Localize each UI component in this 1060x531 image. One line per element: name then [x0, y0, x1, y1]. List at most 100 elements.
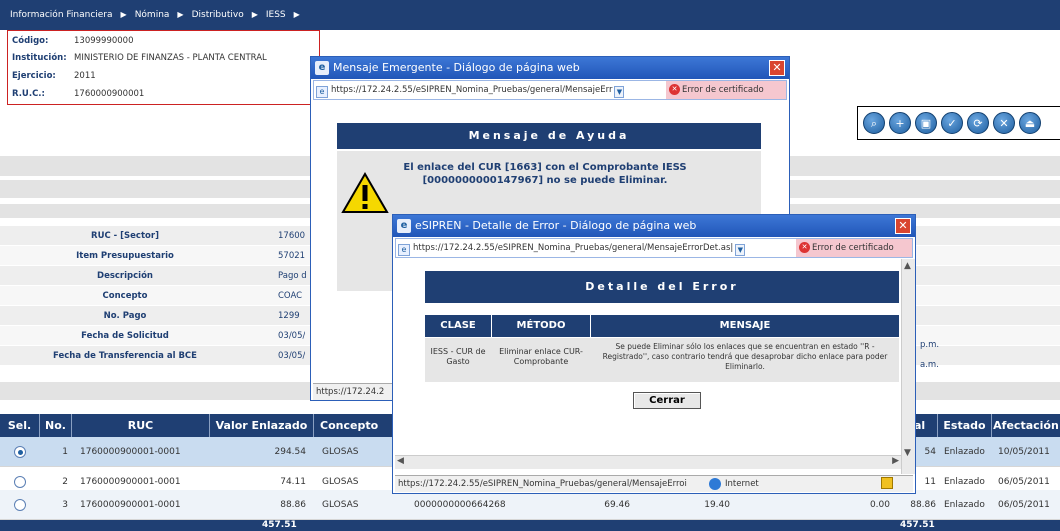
info-label: Código: — [12, 36, 49, 46]
dialog-titlebar[interactable]: e eSIPREN - Detalle de Error - Diálogo d… — [393, 215, 915, 237]
row-concepto: GLOSAS — [322, 500, 359, 510]
exit-icon[interactable]: ⏏ — [1019, 112, 1041, 134]
ie-page-icon: e — [316, 86, 328, 98]
preview-icon[interactable]: ⌕ — [863, 112, 885, 134]
col-header-afectacion: Afectación — [993, 419, 1059, 432]
info-label: Institución: — [12, 53, 67, 63]
app-window: Información Financiera ▶ Nómina ▶ Distributi… — [0, 0, 1060, 531]
certificate-error-text: Error de certificado — [682, 85, 764, 95]
footer-valor-total: 457.51 — [262, 520, 297, 530]
table-row[interactable]: 3 1760000900001-0001 88.86 GLOSAS 000000… — [0, 490, 1060, 520]
help-message-text: El enlace del CUR [1663] con el Comproba… — [403, 162, 687, 186]
menu-arrow-icon: ▶ — [251, 10, 258, 19]
info-row-ruc: R.U.C.: 1760000900001 — [8, 86, 319, 103]
field-value-item: 57021 — [278, 251, 306, 261]
field-value-concepto: COAC — [278, 291, 303, 301]
row-concepto: GLOSAS — [322, 447, 359, 457]
main-menu-bar: Información Financiera ▶ Nómina ▶ Distributi… — [0, 0, 1060, 30]
info-row-ejercicio: Ejercicio: 2011 — [8, 68, 319, 85]
info-value: 13099990000 — [74, 36, 134, 46]
error-mensaje: Se puede Eliminar sólo los enlaces que s… — [602, 342, 888, 371]
menu-item-iess[interactable]: IESS — [266, 10, 286, 20]
field-value-descripcion: Pago d — [278, 271, 307, 281]
address-bar[interactable]: e https://172.24.2.55/eSIPREN_Nomina_Prue… — [313, 80, 787, 100]
info-value: 1760000900001 — [74, 89, 145, 99]
certificate-error-badge[interactable]: ✕ Error de certificado — [796, 239, 912, 257]
row-select-radio[interactable] — [14, 476, 26, 488]
info-value: 2011 — [74, 71, 96, 81]
col-header-clase: CLASE — [425, 315, 491, 337]
vertical-scrollbar[interactable]: ▲ ▼ — [901, 259, 915, 474]
field-label-concepto: Concepto — [102, 291, 148, 301]
certificate-error-icon: ✕ — [799, 242, 810, 253]
field-label-item: Item Presupuestario — [76, 251, 174, 261]
row-select-radio[interactable] — [14, 499, 26, 511]
row-valor: 88.86 — [280, 500, 306, 510]
row-valor-2: 19.40 — [704, 500, 730, 510]
dialog-title: eSIPREN - Detalle de Error - Diálogo de … — [415, 219, 697, 232]
info-label: R.U.C.: — [12, 89, 45, 99]
scroll-right-icon[interactable]: ▶ — [892, 456, 899, 466]
certificate-error-icon: ✕ — [669, 84, 680, 95]
horizontal-scrollbar[interactable]: ◀ ▶ — [395, 455, 901, 469]
error-detail-header: Detalle del Error — [425, 271, 899, 303]
error-detail-content: Detalle del Error CLASE MÉTODO MENSAJE I… — [395, 259, 901, 474]
col-header-sel: Sel. — [0, 414, 40, 437]
scroll-up-icon[interactable]: ▲ — [904, 261, 911, 271]
ie-page-icon: e — [397, 219, 411, 233]
field-label-descripcion: Descripción — [97, 271, 153, 281]
row-afectacion: 06/05/2011 — [998, 500, 1050, 510]
col-header-concepto: Concepto — [314, 414, 404, 437]
chevron-down-icon[interactable]: ▼ — [614, 86, 625, 98]
field-label-no-pago: No. Pago — [103, 311, 147, 321]
time-suffix: p.m. — [920, 340, 940, 350]
scroll-left-icon[interactable]: ◀ — [397, 456, 404, 466]
footer-total: 457.51 — [900, 520, 935, 530]
error-metodo: Eliminar enlace CUR-Comprobante — [499, 347, 583, 366]
address-url: https://172.24.2.55/eSIPREN_Nomina_Prueb… — [331, 85, 613, 95]
certificate-error-badge[interactable]: ✕ Error de certificado — [666, 81, 786, 99]
info-value: MINISTERIO DE FINANZAS - PLANTA CENTRAL — [74, 53, 267, 63]
field-value-ruc-sector: 17600 — [278, 231, 306, 241]
address-url: https://172.24.2.55/eSIPREN_Nomina_Prueb… — [413, 243, 734, 253]
refresh-icon[interactable]: ⟳ — [967, 112, 989, 134]
cerrar-button[interactable]: Cerrar — [633, 392, 701, 409]
row-total: 88.86 — [910, 500, 936, 510]
close-icon[interactable]: ✕ — [895, 218, 911, 234]
globe-icon — [709, 478, 721, 490]
row-estado: Enlazado — [944, 447, 985, 457]
menu-arrow-icon: ▶ — [177, 10, 184, 19]
error-clase: IESS - CUR de Gasto — [430, 347, 486, 366]
cancel-icon[interactable]: ✕ — [993, 112, 1015, 134]
col-header-ruc: RUC — [72, 414, 210, 437]
certificate-error-text: Error de certificado — [812, 243, 894, 253]
error-detail-dialog: e eSIPREN - Detalle de Error - Diálogo d… — [392, 214, 916, 494]
ie-page-icon: e — [398, 244, 410, 256]
close-icon[interactable]: ✕ — [769, 60, 785, 76]
row-comprobante: 0000000000664268 — [414, 500, 506, 510]
row-select-radio[interactable] — [14, 446, 26, 458]
action-toolbar: ⌕ + ▣ ✓ ⟳ ✕ ⏏ — [857, 106, 1060, 140]
menu-item-distributivo[interactable]: Distributivo — [192, 10, 244, 20]
approve-icon[interactable]: ✓ — [941, 112, 963, 134]
dialog-titlebar[interactable]: e Mensaje Emergente - Diálogo de página … — [311, 57, 789, 79]
institution-info-box: Código: 13099990000 Institución: MINISTERI… — [7, 30, 320, 105]
row-valor-1: 69.46 — [604, 500, 630, 510]
menu-item-nomina[interactable]: Nómina — [135, 10, 170, 20]
status-url: https://172.24.2.55/eSIPREN_Nomina_Prueb… — [398, 479, 687, 489]
col-header-metodo: MÉTODO — [492, 315, 590, 337]
save-icon[interactable]: ▣ — [915, 112, 937, 134]
status-zone: Internet — [725, 479, 759, 489]
field-label-fecha-transferencia: Fecha de Transferencia al BCE — [53, 351, 197, 361]
row-afectacion: 10/05/2011 — [998, 447, 1050, 457]
scroll-down-icon[interactable]: ▼ — [904, 448, 911, 458]
add-page-icon[interactable]: + — [889, 112, 911, 134]
chevron-down-icon[interactable]: ▼ — [735, 244, 746, 256]
row-valor-3: 0.00 — [869, 500, 890, 510]
status-url: https://172.24.2 — [316, 387, 385, 397]
col-header-estado: Estado — [938, 414, 992, 437]
row-valor: 294.54 — [274, 447, 307, 457]
address-bar[interactable]: e https://172.24.2.55/eSIPREN_Nomina_Prue… — [395, 238, 913, 258]
field-value-fecha-solicitud: 03/05/ — [278, 331, 306, 341]
menu-item-informacion-financiera[interactable]: Información Financiera — [10, 10, 113, 20]
